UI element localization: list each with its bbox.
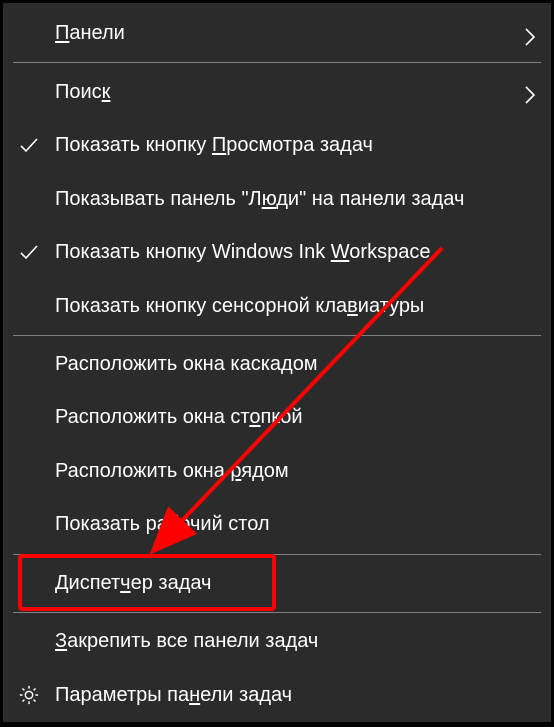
menu-label: Поиск [55,81,523,104]
menu-item-stacked-windows[interactable]: Расположить окна стопкой [3,391,551,444]
menu-item-show-task-view-button[interactable]: Показать кнопку Просмотра задач [3,119,551,172]
menu-label: Показать рабочий стол [55,513,537,536]
menu-item-toolbars[interactable]: Панели [3,7,551,60]
menu-item-taskbar-settings[interactable]: Параметры панели задач [3,669,551,722]
separator [13,335,541,336]
menu-label: Показывать панель "Люди" на панели задач [55,188,537,211]
separator [13,554,541,555]
menu-label: Панели [55,22,523,45]
menu-item-show-people[interactable]: Показывать панель "Люди" на панели задач [3,172,551,225]
menu-item-side-by-side[interactable]: Расположить окна рядом [3,445,551,498]
menu-item-search[interactable]: Поиск [3,65,551,118]
gear-icon [3,684,55,706]
menu-item-lock-taskbars[interactable]: Закрепить все панели задач [3,615,551,668]
menu-item-cascade-windows[interactable]: Расположить окна каскадом [3,338,551,391]
separator [13,612,541,613]
separator [13,62,541,63]
taskbar-context-menu: Панели Поиск Показать кнопку Просмотра з… [2,2,552,723]
menu-label: Диспетчер задач [55,572,537,595]
menu-item-show-windows-ink[interactable]: Показать кнопку Windows Ink Workspace [3,226,551,279]
menu-label: Показать кнопку сенсорной клавиатуры [55,295,537,318]
menu-label: Расположить окна рядом [55,460,537,483]
menu-label: Параметры панели задач [55,684,537,707]
menu-label: Показать кнопку Windows Ink Workspace [55,241,537,264]
menu-item-show-touch-keyboard[interactable]: Показать кнопку сенсорной клавиатуры [3,279,551,332]
menu-label: Показать кнопку Просмотра задач [55,134,537,157]
menu-label: Расположить окна стопкой [55,406,537,429]
check-icon [3,242,55,264]
chevron-right-icon [523,85,537,99]
menu-label: Расположить окна каскадом [55,353,537,376]
menu-item-show-desktop[interactable]: Показать рабочий стол [3,498,551,551]
chevron-right-icon [523,27,537,41]
menu-label: Закрепить все панели задач [55,630,537,653]
check-icon [3,135,55,157]
menu-item-task-manager[interactable]: Диспетчер задач [3,557,551,610]
